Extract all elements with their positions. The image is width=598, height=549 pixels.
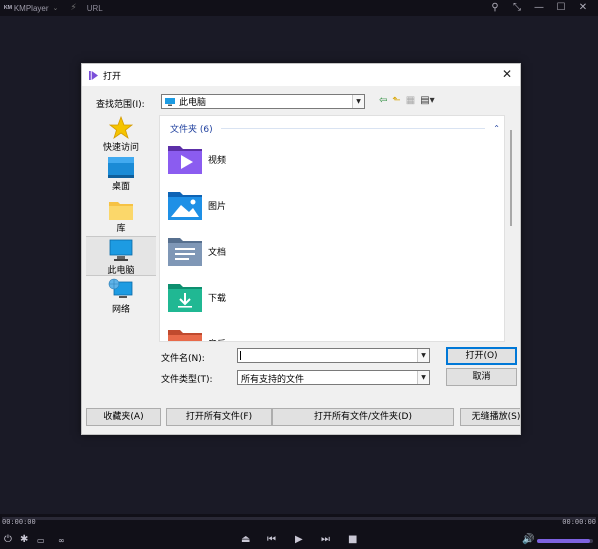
folder-item-music[interactable]: 音乐 (168, 324, 368, 342)
chevron-down-icon[interactable]: ▼ (417, 349, 429, 362)
desktop-icon (108, 157, 134, 178)
folder-item-videos[interactable]: 视频 (168, 140, 368, 178)
pictures-folder-icon (168, 192, 202, 220)
folder-item-downloads[interactable]: 下载 (168, 278, 368, 316)
look-in-value: 此电脑 (179, 98, 207, 108)
km-logo-icon: ᴷᴹ (4, 3, 12, 13)
eject-icon[interactable]: ⏏ (241, 534, 250, 545)
maximize-icon[interactable]: ☐ (550, 0, 572, 16)
place-this-pc[interactable]: 此电脑 (86, 236, 156, 276)
dialog-titlebar: 打开 ✕ (82, 64, 520, 86)
nav-toolbar: ⇦ ⬑ ▦ ▤▾ (379, 95, 435, 107)
group-divider (220, 128, 486, 129)
back-arrow-icon[interactable]: ⇦ (379, 95, 387, 107)
place-libraries[interactable]: 库 (86, 199, 156, 234)
library-folder-icon (109, 202, 133, 220)
open-all-files-folders-button[interactable]: 打开所有文件/文件夹(D) (272, 408, 454, 426)
view-menu-icon[interactable]: ▤▾ (420, 95, 434, 107)
place-label: 网络 (111, 305, 130, 315)
places-bar: 快速访问 桌面 库 此电脑 网络 (86, 114, 158, 340)
chevron-down-icon[interactable]: ▼ (352, 95, 364, 108)
star-icon (109, 116, 133, 140)
look-in-dropdown[interactable]: 此电脑 ▼ (161, 94, 365, 109)
text-caret (240, 351, 241, 360)
prev-icon[interactable]: ⏮ (267, 534, 276, 545)
filetype-label: 文件类型(T): (161, 375, 213, 385)
scrollbar-thumb[interactable] (510, 130, 512, 226)
downloads-folder-icon (168, 284, 202, 312)
place-desktop[interactable]: 桌面 (86, 157, 156, 192)
computer-icon (165, 97, 175, 106)
music-folder-icon (168, 330, 202, 341)
open-all-files-button[interactable]: 打开所有文件(F) (166, 408, 272, 426)
favorites-button[interactable]: 收藏夹(A) (86, 408, 161, 426)
filename-input[interactable]: ▼ (237, 348, 430, 363)
filetype-dropdown[interactable]: 所有支持的文件 ▼ (237, 370, 430, 385)
open-button[interactable]: 打开(O) (446, 347, 517, 365)
minimize-icon[interactable]: — (528, 0, 550, 16)
gear-icon[interactable]: ✱ (20, 534, 28, 545)
documents-folder-icon (168, 238, 202, 266)
bottom-button-row: 收藏夹(A) 打开所有文件(F) 打开所有文件/文件夹(D) 无缝播放(S) (86, 408, 520, 430)
chevron-up-icon[interactable]: ⌃ (493, 124, 500, 133)
file-list-view[interactable]: 文件夹 (6) ⌃ 视频 图片 文档 下载 (159, 115, 505, 342)
place-quick-access[interactable]: 快速访问 (86, 116, 156, 153)
volume-fill (537, 539, 591, 543)
cancel-button[interactable]: 取消 (446, 368, 517, 386)
time-elapsed: 00:00:00 (2, 518, 36, 526)
place-label: 此电脑 (107, 266, 135, 276)
shrink-icon[interactable]: ⤡ (506, 0, 528, 16)
place-label: 快速访问 (102, 143, 139, 153)
vr-icon[interactable]: ▭ (37, 536, 45, 545)
group-header-label: 文件夹 (6) (170, 125, 213, 135)
bolt-icon[interactable]: ⚡ (70, 3, 76, 13)
chevron-down-icon[interactable]: ▼ (417, 371, 429, 384)
pin-icon[interactable]: ⚲ (484, 0, 506, 16)
look-in-label: 查找范围(I): (96, 100, 145, 110)
place-label: 桌面 (111, 182, 130, 192)
app-name: KMPlayer (13, 3, 49, 13)
folder-label: 图片 (208, 201, 227, 212)
play-icon[interactable]: ▶ (295, 534, 303, 545)
stop-icon[interactable]: ■ (348, 534, 357, 545)
new-folder-icon[interactable]: ▦ (406, 95, 415, 107)
volume-icon[interactable]: 🔊 (522, 534, 534, 545)
folder-label: 视频 (208, 155, 227, 166)
settings-icon[interactable]: ⏻ (4, 534, 12, 545)
volume-slider[interactable] (537, 539, 593, 543)
time-total: 00:00:00 (562, 518, 596, 526)
seamless-play-button[interactable]: 无缝播放(S) (460, 408, 520, 426)
window-controls: ⚲ ⤡ — ☐ ✕ (484, 0, 594, 16)
app-menu-chevron-icon[interactable]: ⌄ (53, 4, 59, 12)
dialog-title: 打开 (103, 71, 122, 82)
up-folder-icon[interactable]: ⬑ (392, 95, 400, 107)
app-logo[interactable]: ᴷᴹ KMPlayer (0, 4, 49, 13)
seek-bar[interactable] (2, 517, 596, 520)
url-button[interactable]: URL (87, 4, 103, 13)
next-icon[interactable]: ⏭ (321, 534, 330, 545)
folder-label: 文档 (208, 247, 227, 258)
player-titlebar: ᴷᴹ KMPlayer ⌄ ⚡ URL ⚲ ⤡ — ☐ ✕ (0, 0, 598, 16)
dialog-close-icon[interactable]: ✕ (500, 67, 514, 81)
place-label: 库 (116, 224, 126, 234)
close-icon[interactable]: ✕ (572, 0, 594, 16)
videos-folder-icon (168, 146, 202, 174)
folder-item-pictures[interactable]: 图片 (168, 186, 368, 224)
3d-glasses-icon[interactable]: ∞ (58, 536, 65, 545)
network-icon (108, 278, 133, 298)
kmplayer-app-icon (89, 70, 98, 80)
group-header[interactable]: 文件夹 (6) ⌃ (170, 122, 500, 135)
computer-icon (109, 239, 133, 261)
place-network[interactable]: 网络 (86, 278, 156, 315)
filetype-value: 所有支持的文件 (241, 375, 305, 385)
folder-label: 下载 (208, 293, 227, 304)
open-dialog: 打开 ✕ 查找范围(I): 此电脑 ▼ ⇦ ⬑ ▦ ▤▾ 快速访问 桌面 库 此… (81, 63, 521, 435)
folder-label: 音乐 (208, 337, 226, 342)
filename-label: 文件名(N): (161, 354, 205, 364)
folder-item-documents[interactable]: 文档 (168, 232, 368, 270)
